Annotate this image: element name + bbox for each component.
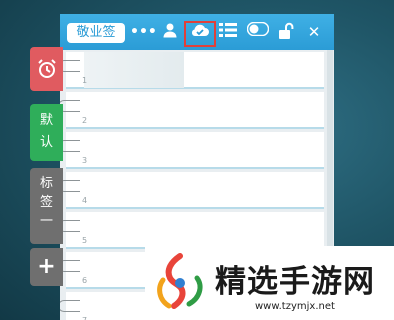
- tab-alarm[interactable]: [30, 47, 63, 91]
- add-tab-button[interactable]: +: [30, 248, 63, 286]
- binder-ring-icon: [60, 220, 80, 232]
- row-number: 2: [82, 116, 88, 125]
- binder-ring-icon: [60, 260, 80, 272]
- binder-ring-icon: [60, 60, 80, 72]
- toggle-icon[interactable]: [246, 22, 270, 42]
- note-paper: [66, 132, 324, 169]
- note-paper: [66, 172, 324, 209]
- binder-ring-icon: [60, 180, 80, 192]
- tab-label-one-text: 标签一: [39, 176, 53, 229]
- note-paper: [66, 212, 324, 249]
- blurred-note-text: [84, 52, 184, 88]
- binder-ring-icon: [60, 140, 80, 152]
- row-number: 3: [82, 156, 88, 165]
- list-item[interactable]: 3: [60, 130, 334, 170]
- close-icon[interactable]: ✕: [304, 22, 324, 42]
- list-item[interactable]: 4: [60, 170, 334, 210]
- unlock-icon[interactable]: [276, 22, 296, 42]
- watermark-logo-icon: [157, 253, 203, 309]
- watermark-url: www.tzymjx.net: [255, 301, 335, 312]
- row-number: 5: [82, 236, 88, 245]
- alarm-clock-icon: [37, 59, 56, 78]
- tab-default-label: 默认: [39, 113, 53, 150]
- row-number: 7: [82, 316, 87, 320]
- brand-logo-button[interactable]: 敬业签: [67, 23, 125, 43]
- user-icon[interactable]: [160, 22, 180, 42]
- list-view-icon[interactable]: [218, 22, 238, 42]
- tab-label-one[interactable]: 标签一: [30, 168, 63, 244]
- binder-ring-icon: [60, 100, 80, 112]
- more-icon[interactable]: •••: [130, 22, 157, 42]
- row-number: 4: [82, 196, 88, 205]
- watermark-title: 精选手游网: [215, 264, 375, 300]
- watermark: 精选手游网 www.tzymjx.net: [145, 246, 394, 320]
- tab-default[interactable]: 默认: [30, 104, 63, 161]
- note-paper: [66, 92, 324, 129]
- row-number: 6: [82, 276, 88, 285]
- toolbar: 敬业签 ••• ✕: [60, 14, 334, 50]
- row-number: 1: [82, 76, 88, 85]
- list-item[interactable]: 2: [60, 90, 334, 130]
- highlight-box: [184, 21, 216, 47]
- list-item[interactable]: 5: [60, 210, 334, 250]
- list-item[interactable]: 1: [60, 50, 334, 90]
- binder-ring-icon: [60, 300, 80, 312]
